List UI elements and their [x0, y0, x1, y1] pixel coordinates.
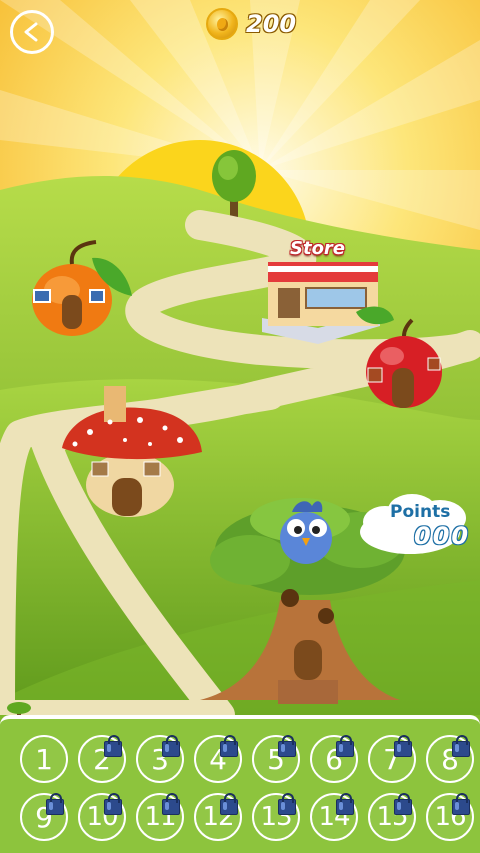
level-button-2[interactable]: 2 [78, 735, 126, 783]
level-button-7[interactable]: 7 [368, 735, 416, 783]
lock-icon [220, 735, 238, 757]
level-button-4[interactable]: 4 [194, 735, 242, 783]
lock-icon [162, 735, 180, 757]
level-button-9[interactable]: 9 [20, 793, 68, 841]
lock-icon [394, 793, 412, 815]
level-button-12[interactable]: 12 [194, 793, 242, 841]
level-number: 1 [35, 742, 53, 776]
level-button-5[interactable]: 5 [252, 735, 300, 783]
level-button-10[interactable]: 10 [78, 793, 126, 841]
coin-count: 200 [246, 10, 297, 38]
level-select-panel: 1 2 3 4 5 6 7 8 9 10 11 12 13 14 15 16 [0, 715, 480, 853]
lock-icon [278, 735, 296, 757]
back-button[interactable] [10, 10, 54, 54]
lock-icon [336, 735, 354, 757]
level-button-13[interactable]: 13 [252, 793, 300, 841]
points-label: Points [390, 502, 451, 522]
level-button-6[interactable]: 6 [310, 735, 358, 783]
level-button-15[interactable]: 15 [368, 793, 416, 841]
level-button-8[interactable]: 8 [426, 735, 474, 783]
lock-icon [278, 793, 296, 815]
lock-icon [220, 793, 238, 815]
lock-icon [104, 735, 122, 757]
back-arrow-icon [24, 22, 38, 42]
lock-icon [394, 735, 412, 757]
coin-counter: 200 [206, 8, 296, 40]
level-button-3[interactable]: 3 [136, 735, 184, 783]
lock-icon [104, 793, 122, 815]
store-label[interactable]: Store [290, 238, 345, 259]
lock-icon [46, 793, 64, 815]
level-button-11[interactable]: 11 [136, 793, 184, 841]
level-button-14[interactable]: 14 [310, 793, 358, 841]
level-button-16[interactable]: 16 [426, 793, 474, 841]
lock-icon [452, 735, 470, 757]
points-value: 000 [414, 522, 471, 550]
coin-icon [206, 8, 238, 40]
lock-icon [452, 793, 470, 815]
level-button-1[interactable]: 1 [20, 735, 68, 783]
village-map-scene [0, 0, 480, 715]
lock-icon [162, 793, 180, 815]
lock-icon [336, 793, 354, 815]
